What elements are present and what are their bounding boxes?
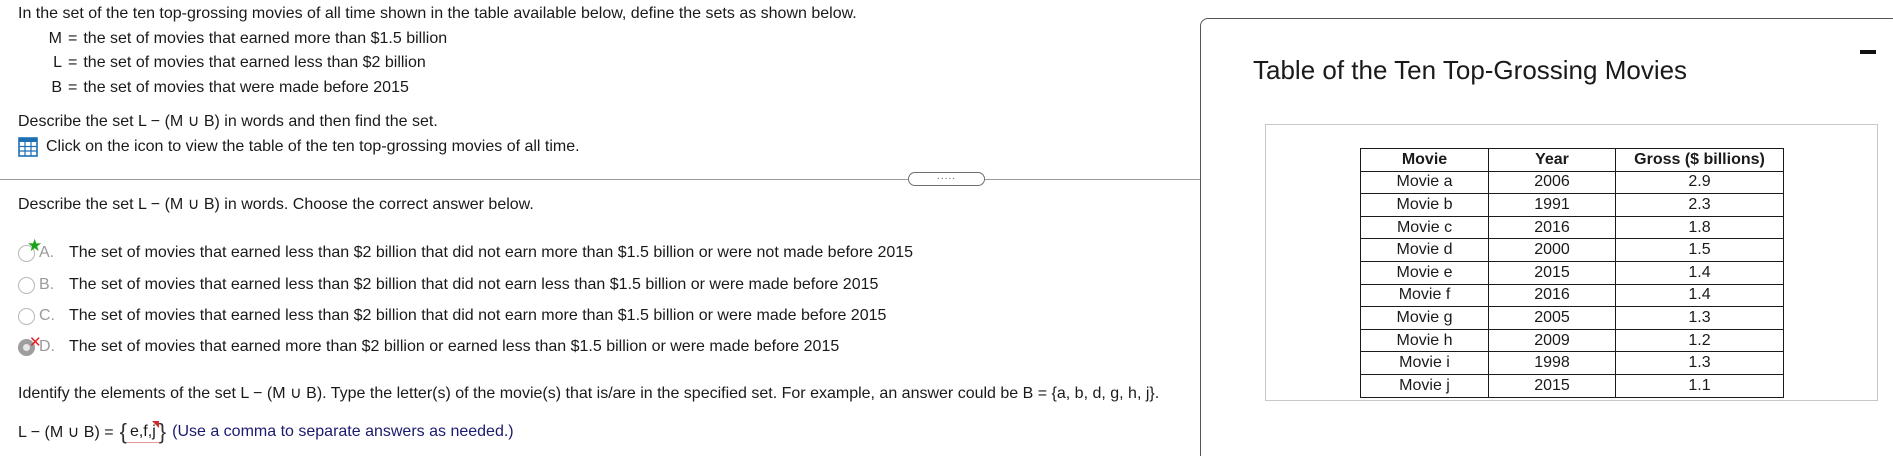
- definition-text: the set of movies that earned more than …: [83, 30, 448, 47]
- choice-text: The set of movies that earned less than …: [69, 307, 887, 324]
- cell-gross: 1.2: [1615, 328, 1784, 353]
- cell-movie: Movie f: [1360, 283, 1489, 308]
- part1-prompt: Describe the set L − (M ∪ B) in words. C…: [18, 196, 534, 213]
- cell-year: 2016: [1488, 283, 1616, 308]
- cell-movie: Movie j: [1360, 373, 1489, 398]
- choice-a[interactable]: ★ A. The set of movies that earned less …: [18, 237, 914, 262]
- definition-text: the set of movies that earned less than …: [83, 54, 426, 71]
- cell-year: 2000: [1488, 238, 1616, 262]
- table-row: Movie b 1991 2.3: [1360, 193, 1784, 217]
- cell-movie: Movie g: [1360, 306, 1489, 330]
- choice-text: The set of movies that earned less than …: [69, 276, 879, 293]
- radio-button[interactable]: [18, 276, 35, 294]
- cell-movie: Movie b: [1360, 193, 1489, 217]
- table-row: Movie c 2016 1.8: [1360, 215, 1784, 240]
- divider-drag-handle[interactable]: .....: [908, 172, 985, 186]
- choice-letter: C.: [39, 307, 55, 324]
- cell-year: 2009: [1488, 328, 1616, 353]
- table-row: Movie i 1998 1.3: [1360, 351, 1784, 375]
- cell-year: 2005: [1488, 306, 1616, 330]
- answer-label: L − (M ∪ B) =: [18, 424, 114, 441]
- cell-gross: 2.9: [1615, 170, 1784, 195]
- cell-gross: 1.3: [1615, 351, 1784, 375]
- minimize-icon[interactable]: [1860, 50, 1876, 54]
- answer-hint: (Use a comma to separate answers as need…: [172, 423, 514, 440]
- movies-table: Movie Year Gross ($ billions) Movie a 200…: [1360, 148, 1784, 398]
- table-row: Movie d 2000 1.5: [1360, 238, 1784, 262]
- question-task: Describe the set L − (M ∪ B) in words an…: [18, 113, 438, 130]
- cell-gross: 1.1: [1615, 373, 1784, 398]
- radio-button[interactable]: [18, 307, 35, 325]
- choice-c[interactable]: C. The set of movies that earned less th…: [18, 307, 886, 325]
- definition-symbol: B: [51, 79, 62, 96]
- cell-movie: Movie i: [1360, 351, 1489, 375]
- cell-gross: 2.3: [1615, 193, 1784, 217]
- radio-button-selected[interactable]: ✕: [18, 334, 42, 356]
- table-link-text: Click on the icon to view the table of t…: [46, 138, 580, 155]
- definition-equals: =: [68, 54, 78, 71]
- header-year: Year: [1488, 148, 1616, 172]
- green-star-icon: ★: [27, 235, 43, 256]
- cell-year: 2006: [1488, 170, 1616, 195]
- red-x-icon: ✕: [29, 332, 42, 351]
- cell-movie: Movie c: [1360, 215, 1489, 240]
- table-row: Movie g 2005 1.3: [1360, 306, 1784, 330]
- choice-b[interactable]: B. The set of movies that earned less th…: [18, 276, 878, 294]
- definition-m: M = the set of movies that earned more tha…: [48, 30, 447, 48]
- cell-movie: Movie h: [1360, 328, 1489, 353]
- table-row: Movie a 2006 2.9: [1360, 170, 1784, 195]
- close-brace: }: [158, 419, 167, 444]
- part2-prompt: Identify the elements of the set L − (M …: [18, 385, 1160, 402]
- definition-b: B = the set of movies that were made befor…: [48, 79, 409, 97]
- table-grid-icon[interactable]: [18, 137, 38, 157]
- definition-l: L = the set of movies that earned less tha…: [48, 54, 426, 72]
- header-gross: Gross ($ billions): [1615, 148, 1784, 172]
- choice-letter: B.: [39, 276, 55, 293]
- definition-equals: =: [68, 30, 78, 47]
- table-link[interactable]: Click on the icon to view the table of t…: [18, 137, 580, 157]
- header-movie: Movie: [1360, 148, 1489, 172]
- cell-year: 2016: [1488, 215, 1616, 240]
- cell-year: 1998: [1488, 351, 1616, 375]
- panel-title: Table of the Ten Top-Grossing Movies: [1253, 55, 1688, 85]
- answer-row: L − (M ∪ B) = { e,f,j } (Use a comma to …: [18, 421, 514, 443]
- table-row: Movie h 2009 1.2: [1360, 328, 1784, 353]
- cell-movie: Movie a: [1360, 170, 1489, 195]
- definition-symbol: M: [48, 30, 62, 47]
- answer-box[interactable]: { e,f,j }: [119, 419, 167, 444]
- definition-text: the set of movies that were made before …: [83, 79, 409, 96]
- cell-gross: 1.5: [1615, 238, 1784, 262]
- cell-gross: 1.3: [1615, 306, 1784, 330]
- open-brace: {: [119, 419, 127, 444]
- choice-d[interactable]: ✕ D. The set of movies that earned more …: [18, 334, 840, 356]
- cell-movie: Movie d: [1360, 238, 1489, 262]
- cell-gross: 1.8: [1615, 215, 1784, 240]
- cell-year: 1991: [1488, 193, 1616, 217]
- choice-letter: D.: [39, 338, 55, 355]
- table-row: Movie j 2015 1.1: [1360, 373, 1784, 398]
- cell-year: 2015: [1488, 373, 1616, 398]
- table-header-row: Movie Year Gross ($ billions): [1360, 148, 1784, 172]
- choice-text: The set of movies that earned more than …: [69, 338, 840, 355]
- definition-equals: =: [68, 79, 78, 96]
- cell-gross: 1.4: [1615, 283, 1784, 308]
- radio-button[interactable]: ★: [18, 237, 42, 262]
- definition-symbol: L: [53, 54, 62, 71]
- table-row: Movie e 2015 1.4: [1360, 260, 1784, 285]
- choice-text: The set of movies that earned less than …: [69, 244, 914, 261]
- table-row: Movie f 2016 1.4: [1360, 283, 1784, 308]
- incorrect-flag-icon: [152, 421, 160, 428]
- cell-gross: 1.4: [1615, 260, 1784, 285]
- question-intro: In the set of the ten top-grossing movie…: [18, 5, 857, 22]
- cell-movie: Movie e: [1360, 260, 1489, 285]
- cell-year: 2015: [1488, 260, 1616, 285]
- section-divider: [0, 179, 1200, 180]
- choice-letter: A.: [39, 244, 55, 261]
